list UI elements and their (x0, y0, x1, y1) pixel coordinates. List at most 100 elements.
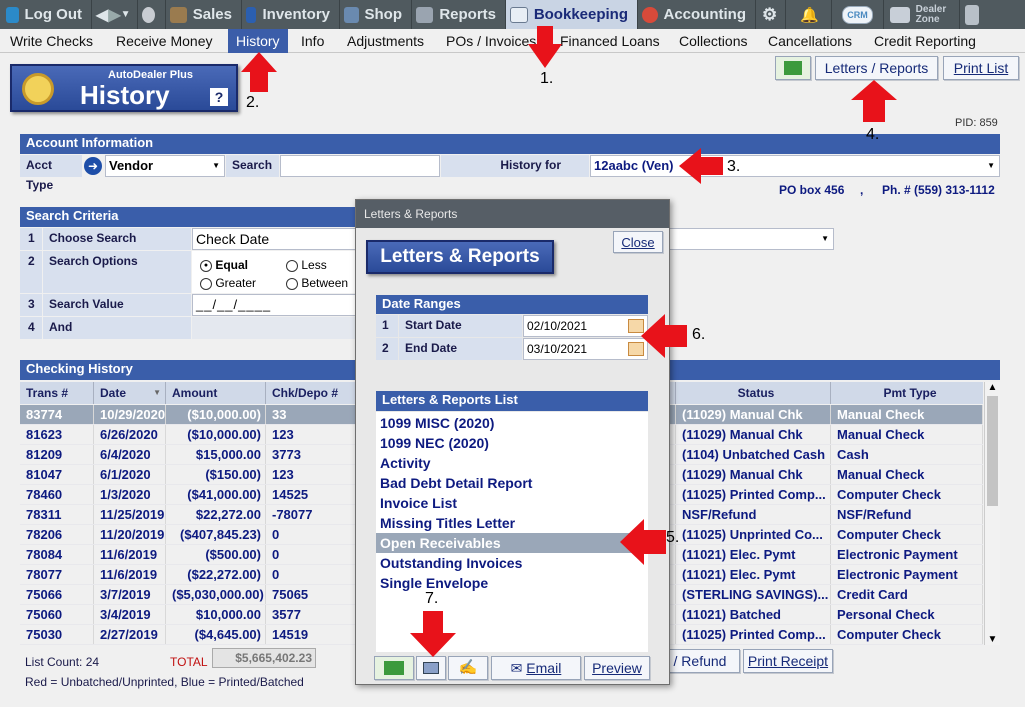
refund-button[interactable]: / Refund (660, 649, 740, 673)
dialog-preview-button[interactable]: Preview (584, 656, 650, 680)
date-cell: 3/7/2019 (94, 585, 166, 604)
report-list-item[interactable]: Outstanding Invoices (376, 553, 646, 573)
history-for-select[interactable]: 12aabc (Ven) ▼ (590, 155, 1000, 177)
dropdown-icon[interactable]: ▼ (121, 9, 131, 20)
wrench-icon (344, 6, 359, 23)
annotation-arrow-2 (241, 52, 277, 92)
subnav-financed-loans[interactable]: Financed Loans (560, 33, 660, 49)
amount-cell: ($4,645.00) (166, 625, 266, 644)
report-list-item[interactable]: Activity (376, 453, 646, 473)
scroll-down-icon[interactable]: ▼ (985, 634, 1000, 645)
crm-button[interactable]: CRM (832, 0, 884, 29)
subnav-adjustments[interactable]: Adjustments (347, 33, 424, 49)
radio-greater[interactable]: Greater (200, 276, 256, 290)
end-date-input[interactable]: 03/10/2021 (523, 338, 648, 360)
print-list-button[interactable]: Print List (943, 56, 1019, 80)
dialog-export-button[interactable] (374, 656, 414, 680)
report-list-item[interactable]: Invoice List (376, 493, 646, 513)
nav-accounting[interactable]: Accounting (638, 0, 756, 29)
col-date[interactable]: Date ▼ (94, 382, 166, 404)
clock-icon (22, 73, 54, 105)
end-date-value: 03/10/2021 (527, 342, 588, 356)
total-label: TOTAL (170, 655, 208, 669)
trans-cell: 81047 (20, 465, 94, 484)
letters-reports-button[interactable]: Letters / Reports (815, 56, 938, 80)
dialog-sign-button[interactable]: ✍ (448, 656, 488, 680)
date-row-number: 2 (376, 338, 398, 360)
acct-type-info-icon[interactable]: ➜ (84, 157, 102, 175)
nav-reports[interactable]: Reports (412, 0, 506, 29)
calculator-icon[interactable] (960, 0, 990, 29)
signature-icon: ✍ (458, 659, 478, 676)
forward-arrow-icon[interactable]: ▶ (108, 5, 120, 25)
nav-bookkeeping[interactable]: Bookkeeping (506, 0, 638, 29)
logout-button[interactable]: Log Out (0, 0, 92, 29)
history-nav-arrows[interactable]: ◀ ▶ ▼ (92, 0, 138, 29)
pmt-type-cell: Manual Check (831, 405, 983, 424)
chk-depo-cell: 123 (266, 465, 360, 484)
date-ranges-header: Date Ranges (376, 295, 648, 314)
nav-inventory[interactable]: Inventory (242, 0, 340, 29)
report-list-item[interactable]: Open Receivables (376, 533, 646, 553)
amount-cell: ($10,000.00) (166, 425, 266, 444)
start-date-input[interactable]: 02/10/2021 (523, 315, 648, 337)
chk-depo-cell: 33 (266, 405, 360, 424)
user-avatar-icon[interactable] (138, 0, 166, 29)
acct-type-select[interactable]: Vendor ▼ (105, 155, 225, 177)
trans-cell: 75030 (20, 625, 94, 644)
chk-depo-cell: 0 (266, 565, 360, 584)
chk-depo-cell: 0 (266, 545, 360, 564)
dialog-titlebar[interactable]: Letters & Reports (356, 200, 669, 228)
status-cell: (11029) Manual Chk (676, 465, 831, 484)
export-excel-button[interactable] (775, 56, 811, 80)
account-search-input[interactable] (280, 155, 440, 177)
subnav-write-checks[interactable]: Write Checks (10, 33, 93, 49)
print-receipt-button[interactable]: Print Receipt (743, 649, 833, 673)
col-trans[interactable]: Trans # (20, 382, 94, 404)
subnav-history[interactable]: History (228, 29, 288, 53)
subnav-pos-invoices[interactable]: POs / Invoices (446, 33, 536, 49)
nav-shop[interactable]: Shop (340, 0, 412, 29)
col-status[interactable]: Status (676, 382, 831, 404)
scroll-up-icon[interactable]: ▲ (985, 382, 1000, 393)
dialog-print-button[interactable] (416, 656, 446, 680)
col-amount[interactable]: Amount (166, 382, 266, 404)
col-pmt-type[interactable]: Pmt Type (831, 382, 983, 404)
radio-equal[interactable]: ● Equal (200, 258, 248, 272)
report-list-item[interactable]: Bad Debt Detail Report (376, 473, 646, 493)
subnav-receive-money[interactable]: Receive Money (116, 33, 213, 49)
settings-gear-icon[interactable]: ⚙ (756, 0, 786, 29)
chevron-down-icon: ▼ (212, 161, 220, 170)
status-cell: (11021) Batched (676, 605, 831, 624)
search-options-radios: ● Equal Less Greater Between (192, 251, 360, 293)
subnav-cancellations[interactable]: Cancellations (768, 33, 852, 49)
subnav-info[interactable]: Info (301, 33, 324, 49)
pmt-type-cell: Computer Check (831, 485, 983, 504)
annotation-arrow-4 (851, 80, 897, 122)
history-scrollbar[interactable]: ▲ ▼ (984, 382, 1000, 645)
dialog-close-button[interactable]: Close (613, 231, 663, 253)
report-list-item[interactable]: 1099 NEC (2020) (376, 433, 646, 453)
annotation-label-1: 1. (540, 70, 554, 87)
pmt-type-cell: Credit Card (831, 585, 983, 604)
nav-sales[interactable]: Sales (166, 0, 242, 29)
subnav-credit-reporting[interactable]: Credit Reporting (874, 33, 976, 49)
report-list-item[interactable]: Missing Titles Letter (376, 513, 646, 533)
criteria-row-number: 2 (20, 251, 42, 293)
report-list-item[interactable]: 1099 MISC (2020) (376, 413, 646, 433)
notification-bell-icon[interactable]: 🔔 (786, 0, 832, 29)
search-value-input[interactable]: __/__/____ (192, 294, 360, 316)
help-icon[interactable]: ? (210, 88, 228, 106)
back-arrow-icon[interactable]: ◀ (96, 5, 108, 25)
trans-cell: 75066 (20, 585, 94, 604)
scroll-thumb[interactable] (987, 396, 998, 506)
radio-less[interactable]: Less (286, 258, 327, 272)
report-list-item[interactable]: Single Envelope (376, 573, 646, 593)
amount-cell: ($10,000.00) (166, 405, 266, 424)
dialog-email-button[interactable]: ✉ Email (491, 656, 581, 680)
search-value-text: __/__/____ (196, 297, 272, 312)
col-chk-depo[interactable]: Chk/Depo # (266, 382, 360, 404)
radio-between[interactable]: Between (286, 276, 348, 290)
dealer-zone-button[interactable]: Dealer Zone (884, 0, 960, 29)
subnav-collections[interactable]: Collections (679, 33, 747, 49)
